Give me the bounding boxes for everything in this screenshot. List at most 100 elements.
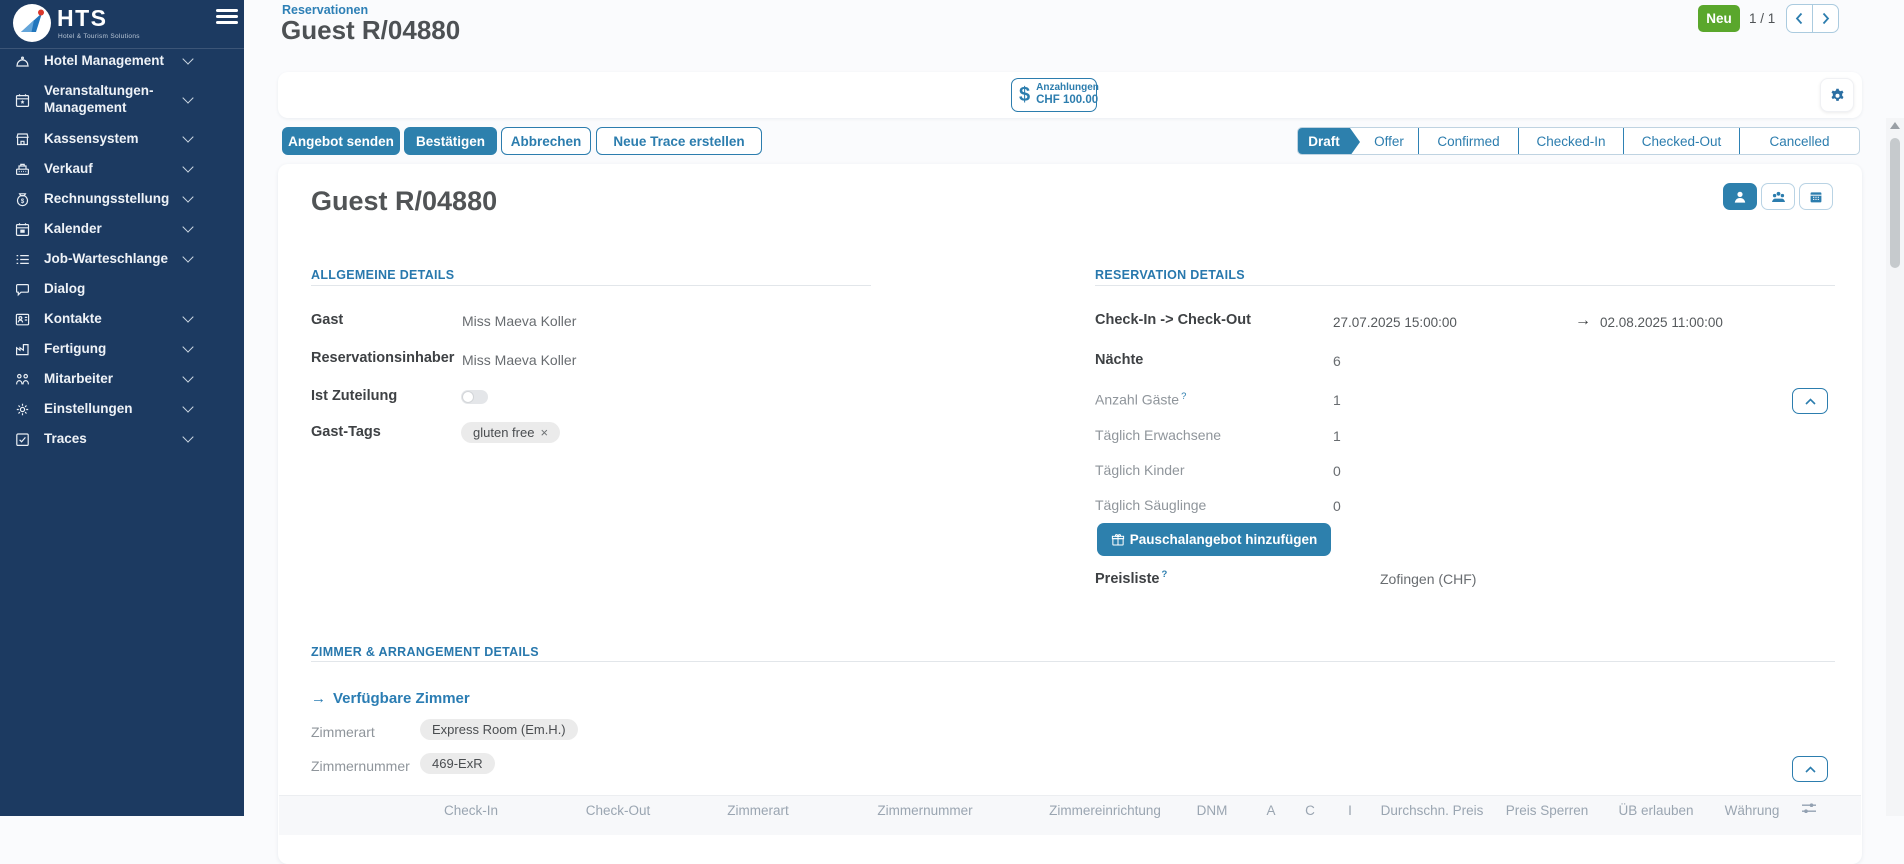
pauschalangebot-button[interactable]: Pauschalangebot hinzufügen	[1097, 523, 1331, 556]
next-record-button[interactable]	[1812, 4, 1839, 33]
settings-button[interactable]	[1820, 78, 1854, 112]
brand-subtitle: Hotel & Tourism Solutions	[58, 33, 140, 40]
section-heading-general: ALLGEMEINE DETAILS	[311, 268, 454, 282]
chevron-down-icon	[182, 251, 193, 262]
checkout-value[interactable]: 02.08.2025 11:00:00	[1600, 315, 1723, 330]
tag-text: gluten free	[473, 425, 534, 440]
sidebar-item-rechnungsstellung[interactable]: $ Rechnungsstellung	[0, 184, 244, 214]
sidebar-item-fertigung[interactable]: Fertigung	[0, 334, 244, 364]
anzahlungen-button[interactable]: $ Anzahlungen CHF 100.00	[1011, 78, 1097, 112]
sidebar-item-dialog[interactable]: Dialog	[0, 274, 244, 304]
sidebar-nav: Hotel Management Veranstaltungen-Managem…	[0, 46, 244, 454]
status-step-checked-in[interactable]: Checked-In	[1518, 128, 1623, 154]
status-step-checked-out[interactable]: Checked-Out	[1623, 128, 1739, 154]
anzahl-gaeste-value[interactable]: 1	[1333, 392, 1341, 408]
ist-zuteilung-toggle[interactable]	[461, 390, 488, 404]
preisliste-value[interactable]: Zofingen (CHF)	[1380, 571, 1476, 587]
sidebar-item-kassensystem[interactable]: Kassensystem	[0, 124, 244, 154]
toggle-knob	[462, 391, 474, 403]
brand-name: HTS	[57, 5, 108, 32]
sidebar-item-kontakte[interactable]: Kontakte	[0, 304, 244, 334]
gast-value[interactable]: Miss Maeva Koller	[462, 313, 576, 329]
section-divider	[311, 285, 871, 286]
previous-record-button[interactable]	[1786, 4, 1813, 33]
contact-card-icon	[14, 311, 31, 328]
sidebar-item-einstellungen[interactable]: Einstellungen	[0, 394, 244, 424]
brand-triangle-icon	[13, 4, 51, 42]
taeglich-erwachsene-label: Täglich Erwachsene	[1095, 427, 1221, 443]
sidebar-item-hotel-management[interactable]: Hotel Management	[0, 46, 244, 76]
scroll-up-icon[interactable]	[1890, 122, 1900, 129]
status-step-draft[interactable]: Draft	[1298, 128, 1350, 154]
sliders-icon	[1800, 801, 1818, 816]
sidebar-item-label: Traces	[44, 431, 184, 448]
new-button[interactable]: Neu	[1698, 5, 1740, 32]
remove-tag-icon[interactable]: ×	[540, 425, 548, 440]
taeglich-saeuglinge-label: Täglich Säuglinge	[1095, 497, 1206, 513]
sidebar-item-kalender[interactable]: Kalender	[0, 214, 244, 244]
anzahlungen-label: Anzahlungen	[1036, 82, 1099, 94]
view-switcher	[1723, 183, 1833, 210]
verfuegbare-zimmer-link[interactable]: → Verfügbare Zimmer	[311, 690, 470, 707]
taeglich-kinder-value[interactable]: 0	[1333, 463, 1341, 479]
preisliste-label: Preisliste?	[1095, 569, 1167, 587]
collapse-rooms-button[interactable]	[1792, 756, 1828, 782]
chat-icon	[14, 281, 31, 298]
column-settings-button[interactable]	[1800, 801, 1818, 821]
section-heading-reservation: RESERVATION DETAILS	[1095, 268, 1245, 282]
angebot-senden-button[interactable]: Angebot senden	[282, 127, 400, 155]
checkinout-label: Check-In -> Check-Out	[1095, 312, 1251, 328]
taeglich-saeuglinge-value[interactable]: 0	[1333, 498, 1341, 514]
chevron-up-icon	[1804, 765, 1817, 774]
chevron-up-icon	[1804, 397, 1817, 406]
gift-icon	[1111, 532, 1125, 547]
group-view-button[interactable]	[1761, 183, 1795, 210]
status-step-offer[interactable]: Offer	[1360, 128, 1418, 154]
anzahlungen-amount: CHF 100.00	[1036, 94, 1098, 108]
reservation-form-card: Guest R/04880 ALLGEMEINE DETAILS Gast Mi…	[278, 164, 1862, 864]
abbrechen-button[interactable]: Abbrechen	[501, 127, 591, 155]
people-icon	[14, 371, 31, 388]
chevron-down-icon	[182, 131, 193, 142]
chevron-down-icon	[182, 92, 193, 103]
status-step-confirmed[interactable]: Confirmed	[1418, 128, 1518, 154]
sidebar-item-verkauf[interactable]: Verkauf	[0, 154, 244, 184]
calendar-view-button[interactable]	[1799, 183, 1833, 210]
chevron-down-icon	[182, 53, 193, 64]
help-icon[interactable]: ?	[1181, 391, 1186, 402]
zimmernummer-pill[interactable]: 469-ExR	[420, 753, 495, 774]
help-icon[interactable]: ?	[1162, 569, 1168, 580]
reservationsinhaber-value[interactable]: Miss Maeva Koller	[462, 352, 576, 368]
neue-trace-button[interactable]: Neue Trace erstellen	[596, 127, 762, 155]
sidebar-item-veranstaltungen[interactable]: Veranstaltungen-Management	[0, 76, 244, 124]
sidebar-item-label: Kassensystem	[44, 131, 184, 148]
sidebar-item-label: Job-Warteschlange	[44, 251, 184, 268]
bestaetigen-button[interactable]: Bestätigen	[404, 127, 497, 155]
arrow-right-icon: →	[1575, 312, 1591, 330]
chevron-down-icon	[182, 431, 193, 442]
scrollbar-thumb[interactable]	[1890, 138, 1900, 268]
list-icon	[14, 251, 31, 268]
zimmerart-pill[interactable]: Express Room (Em.H.)	[420, 719, 578, 740]
checkin-value[interactable]: 27.07.2025 15:00:00	[1333, 315, 1457, 330]
room-table-header: Check-In Check-Out Zimmerart Zimmernumme…	[279, 795, 1861, 835]
sidebar-item-label: Einstellungen	[44, 401, 184, 418]
menu-icon[interactable]	[216, 9, 238, 28]
collapse-guests-button[interactable]	[1792, 388, 1828, 414]
chevron-down-icon	[182, 401, 193, 412]
sidebar-item-traces[interactable]: Traces	[0, 424, 244, 454]
vertical-scrollbar[interactable]	[1886, 118, 1904, 816]
verfuegbare-zimmer-label: Verfügbare Zimmer	[333, 690, 470, 707]
calendar-star-icon	[14, 92, 31, 109]
page-title: Guest R/04880	[281, 15, 460, 46]
brand-logo	[13, 4, 51, 42]
sidebar-item-mitarbeiter[interactable]: Mitarbeiter	[0, 364, 244, 394]
sidebar-item-job-warteschlange[interactable]: Job-Warteschlange	[0, 244, 244, 274]
taeglich-erwachsene-value[interactable]: 1	[1333, 428, 1341, 444]
gast-label: Gast	[311, 312, 343, 328]
single-guest-view-button[interactable]	[1723, 183, 1757, 210]
sidebar-item-label: Verkauf	[44, 161, 184, 178]
anzahl-gaeste-label: Anzahl Gäste?	[1095, 391, 1186, 408]
status-step-cancelled[interactable]: Cancelled	[1739, 128, 1859, 154]
sidebar-item-label: Veranstaltungen-Management	[44, 83, 184, 117]
